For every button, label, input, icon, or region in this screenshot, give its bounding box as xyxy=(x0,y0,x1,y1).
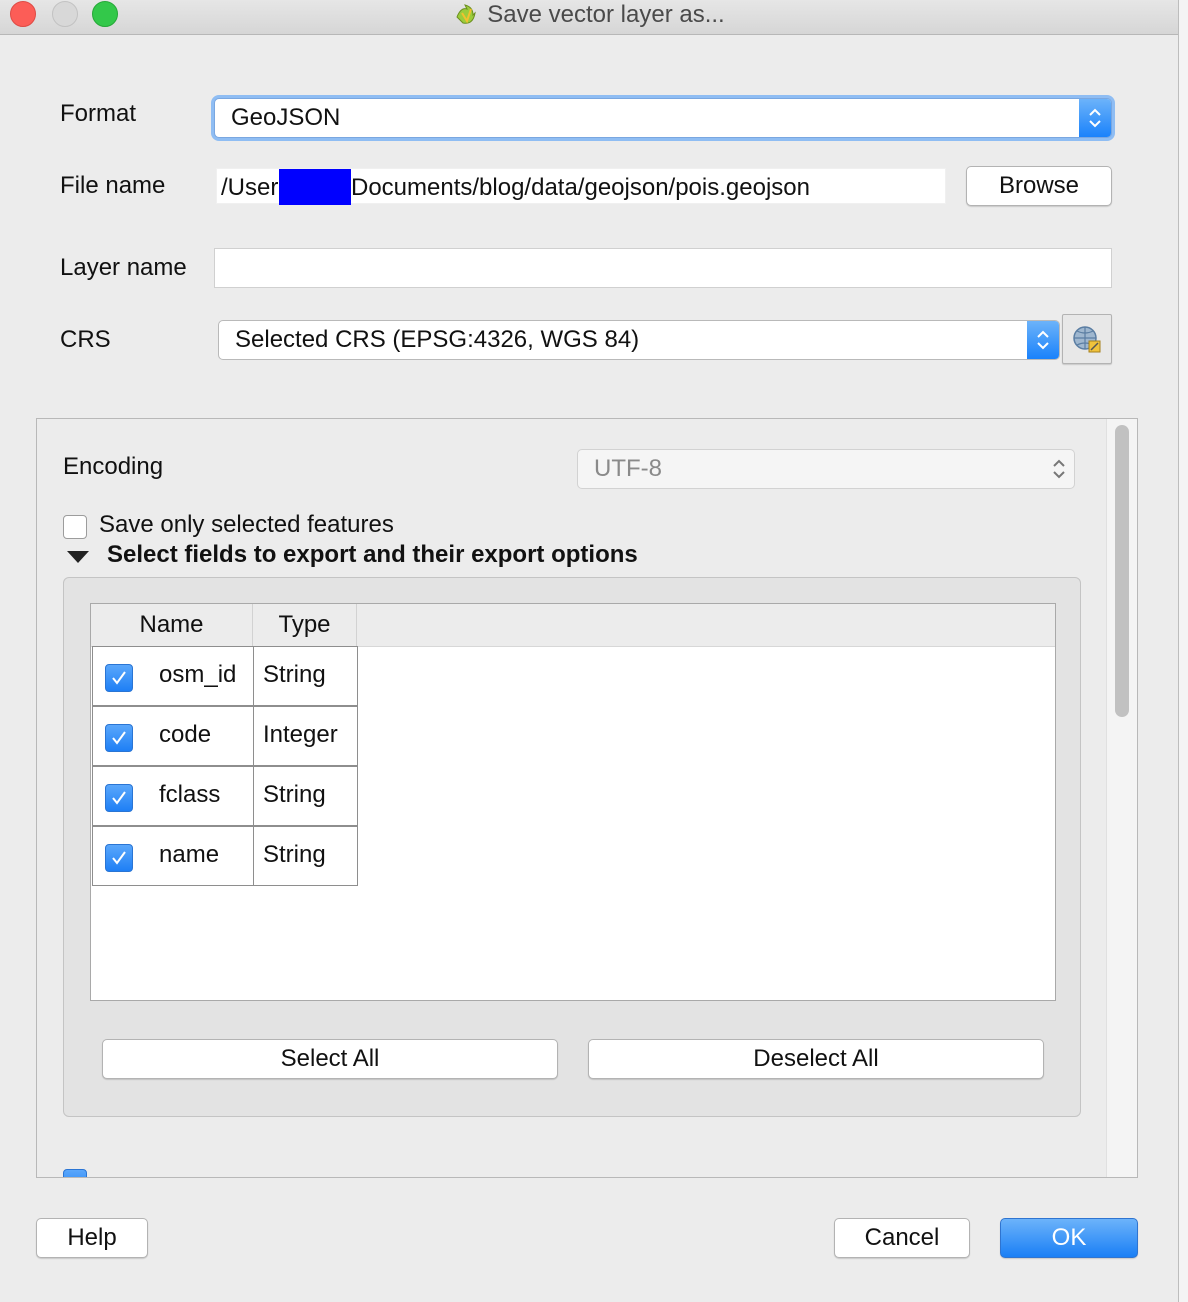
cancel-button[interactable]: Cancel xyxy=(834,1218,970,1258)
column-header-name[interactable]: Name xyxy=(91,604,253,646)
crs-label: CRS xyxy=(60,326,111,353)
redacted-username xyxy=(279,169,351,205)
format-combobox[interactable]: GeoJSON xyxy=(214,98,1112,138)
save-selected-checkbox[interactable] xyxy=(63,515,87,539)
crs-combobox[interactable]: Selected CRS (EPSG:4326, WGS 84) xyxy=(218,320,1060,360)
checkmark-icon xyxy=(112,671,126,685)
field-type: String xyxy=(263,781,326,808)
fields-section-label[interactable]: Select fields to export and their export… xyxy=(107,541,638,569)
crs-value: Selected CRS (EPSG:4326, WGS 84) xyxy=(235,326,640,353)
format-value: GeoJSON xyxy=(231,104,341,131)
filename-input[interactable]: /User Documents/blog/data/geojson/pois.g… xyxy=(216,168,946,205)
scrollbar[interactable] xyxy=(1106,419,1137,1177)
qgis-icon xyxy=(456,4,477,24)
encoding-combobox[interactable]: UTF-8 xyxy=(577,449,1075,489)
field-name: code xyxy=(159,721,212,748)
background-window-edge xyxy=(1178,0,1188,1302)
field-type: Integer xyxy=(263,721,338,748)
filename-label: File name xyxy=(60,172,166,199)
title-bar[interactable]: Save vector layer as... xyxy=(0,0,1178,35)
field-name: fclass xyxy=(159,781,221,808)
format-label: Format xyxy=(60,100,137,127)
fields-table[interactable]: Name Type osm_id String code Integer fcl… xyxy=(90,603,1056,1001)
options-scroll-area[interactable]: Encoding UTF-8 Save only selected featur… xyxy=(36,418,1138,1178)
browse-button[interactable]: Browse xyxy=(966,166,1112,206)
checkmark-icon xyxy=(112,851,126,865)
field-checkbox-code[interactable] xyxy=(105,724,133,752)
field-name: osm_id xyxy=(159,661,237,688)
save-vector-layer-dialog: Save vector layer as... Format GeoJSON F… xyxy=(0,0,1178,1302)
field-checkbox-name[interactable] xyxy=(105,844,133,872)
scrollbar-thumb[interactable] xyxy=(1115,425,1129,717)
crs-globe-icon xyxy=(1073,326,1101,353)
filename-prefix: /User xyxy=(221,174,279,201)
field-type: String xyxy=(263,661,326,688)
help-button[interactable]: Help xyxy=(36,1218,148,1258)
table-row[interactable]: fclass String xyxy=(91,766,359,826)
save-selected-label: Save only selected features xyxy=(99,511,394,538)
filename-suffix: Documents/blog/data/geojson/pois.geojson xyxy=(351,174,810,201)
disclosure-triangle-icon[interactable] xyxy=(67,551,89,563)
deselect-all-button[interactable]: Deselect All xyxy=(588,1039,1044,1079)
fields-groupbox: Name Type osm_id String code Integer fcl… xyxy=(63,577,1081,1117)
hidden-option-checkbox[interactable] xyxy=(63,1169,87,1177)
table-header: Name Type xyxy=(91,604,1055,647)
layername-label: Layer name xyxy=(60,254,187,281)
field-checkbox-fclass[interactable] xyxy=(105,784,133,812)
layername-input[interactable] xyxy=(214,248,1112,288)
screen: Save vector layer as... Format GeoJSON F… xyxy=(0,0,1188,1302)
encoding-value: UTF-8 xyxy=(594,455,662,482)
up-down-arrows-icon xyxy=(1052,458,1066,487)
up-down-arrows-icon xyxy=(1027,321,1059,359)
field-name: name xyxy=(159,841,220,868)
up-down-arrows-icon xyxy=(1079,99,1111,137)
window-title: Save vector layer as... xyxy=(487,1,725,28)
table-row[interactable]: osm_id String xyxy=(91,646,359,706)
table-row[interactable]: name String xyxy=(91,826,359,886)
table-row[interactable]: code Integer xyxy=(91,706,359,766)
column-header-type[interactable]: Type xyxy=(253,604,357,646)
encoding-label: Encoding xyxy=(63,453,164,480)
ok-button[interactable]: OK xyxy=(1000,1218,1138,1258)
field-type: String xyxy=(263,841,326,868)
checkmark-icon xyxy=(112,791,126,805)
checkmark-icon xyxy=(112,731,126,745)
crs-select-button[interactable] xyxy=(1062,314,1112,364)
field-checkbox-osm-id[interactable] xyxy=(105,664,133,692)
select-all-button[interactable]: Select All xyxy=(102,1039,558,1079)
